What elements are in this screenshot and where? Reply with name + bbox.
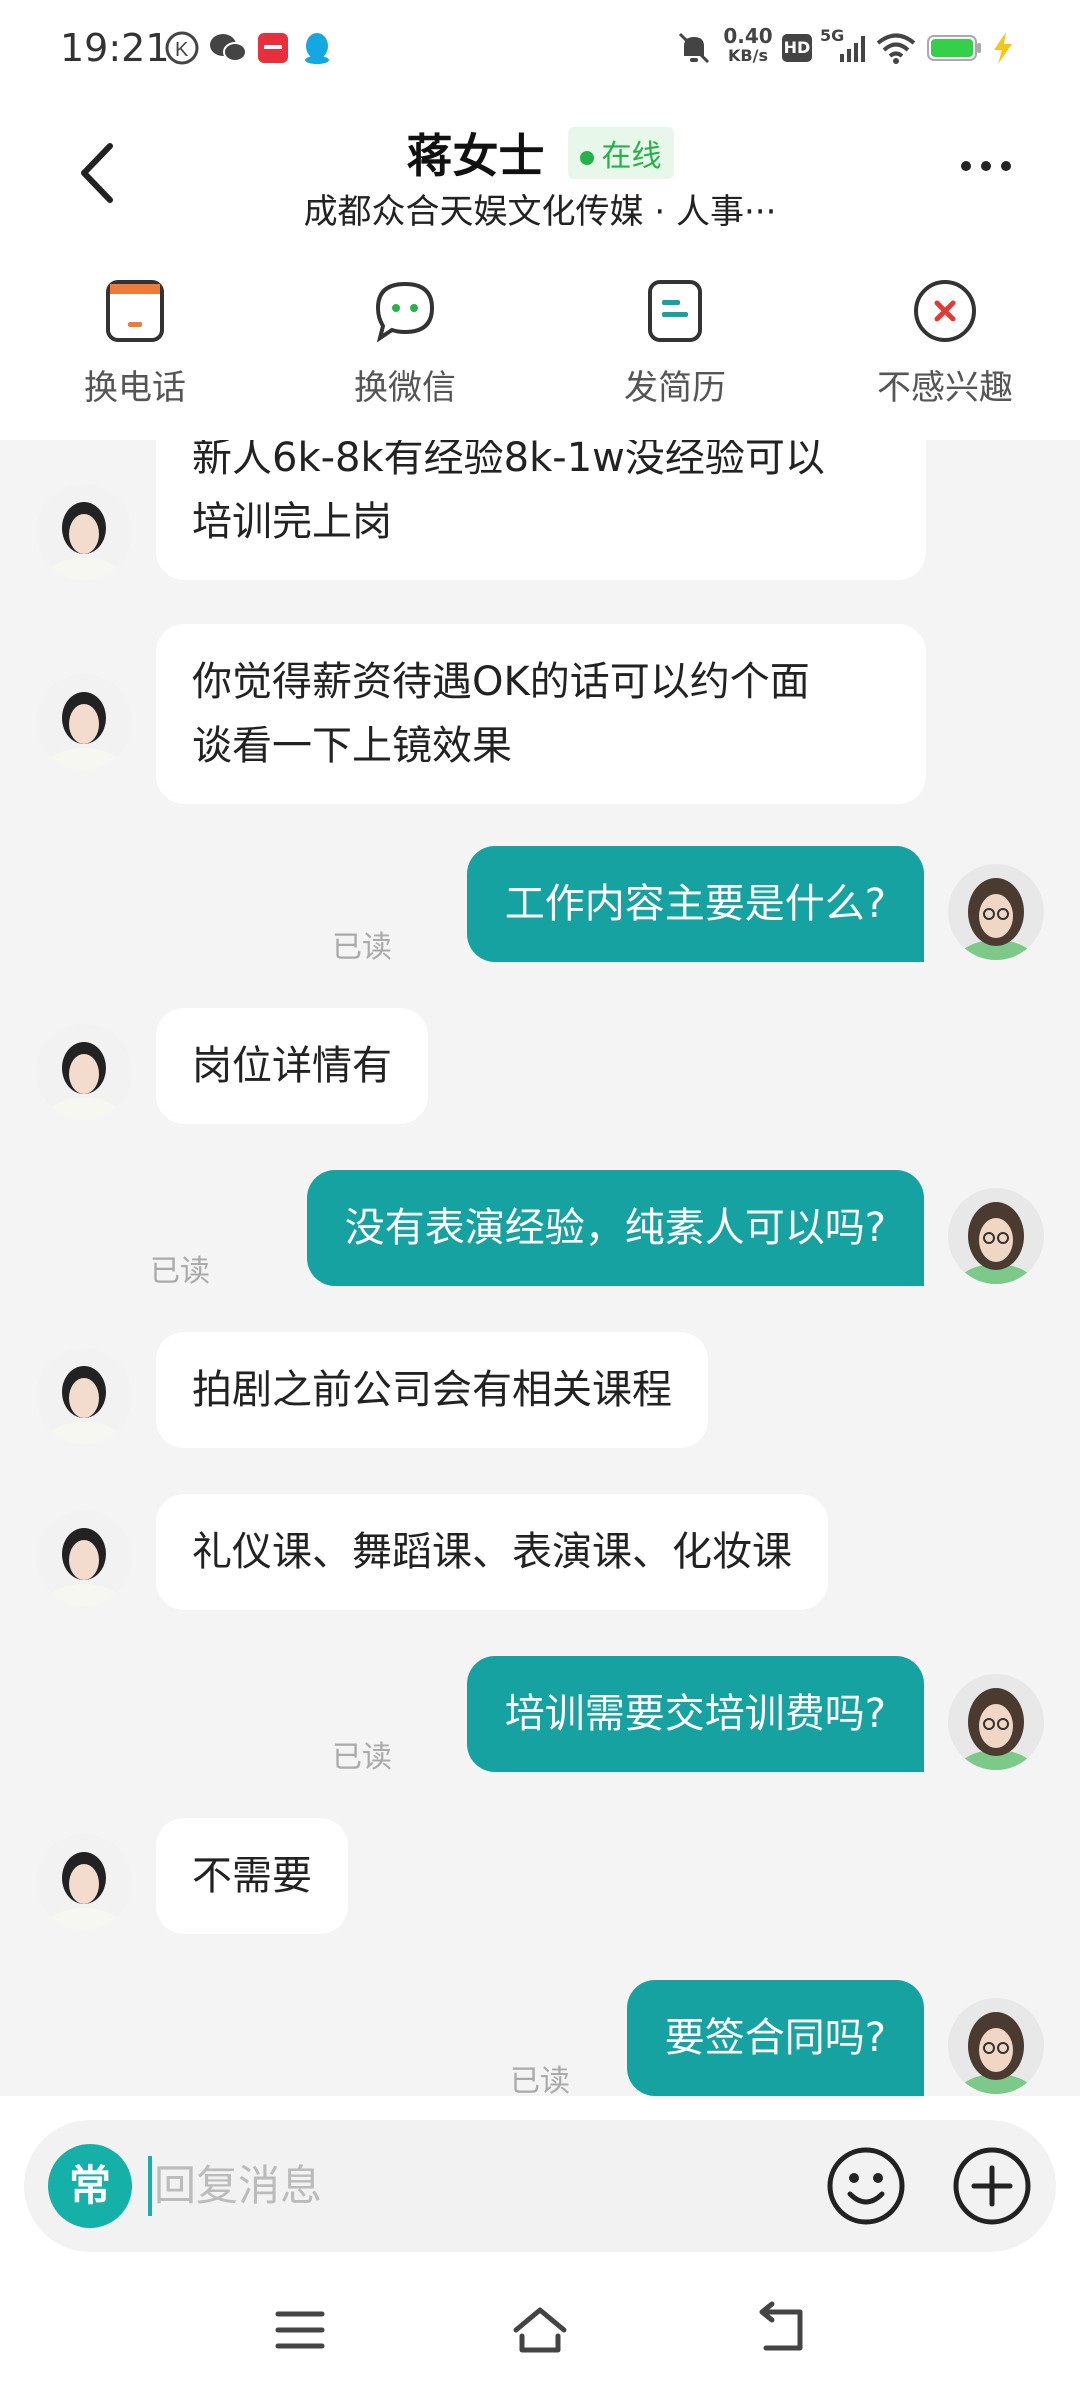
message-bubble[interactable]: 培训需要交培训费吗? [466,1656,924,1772]
more-options-icon[interactable] [958,156,1014,176]
read-status: 已读 [332,930,392,965]
company-subtitle[interactable]: 成都众合天娱文化传媒 · 人事··· [0,184,1080,233]
swap-wechat-button[interactable]: 换微信 [305,276,505,409]
charging-icon [994,32,1012,64]
status-bar: 19:21 K 0.40 KB/s HD 5G [0,0,1080,96]
swap-phone-label: 换电话 [84,368,186,408]
svg-text:K: K [175,39,189,61]
message-bubble[interactable]: 工作内容主要是什么? [466,846,924,962]
recruiter-avatar[interactable] [36,1348,132,1444]
signal-icon [840,36,865,62]
swap-phone-button[interactable]: 换电话 [35,276,235,409]
hd-badge: HD [782,34,812,62]
message-bubble[interactable]: 要签合同吗? [626,1980,924,2096]
chat-header: 蒋女士 在线 成都众合天娱文化传媒 · 人事··· [0,96,1080,256]
menu-icon[interactable] [270,2300,330,2360]
user-avatar[interactable] [948,1998,1044,2094]
contact-name: 蒋女士 [406,129,545,183]
system-nav-bar [0,2256,1080,2404]
wechat-icon [375,281,435,343]
send-resume-button[interactable]: 发简历 [575,276,775,409]
quick-reply-button[interactable]: 常 [48,2144,132,2228]
battery-icon [927,35,981,61]
user-avatar[interactable] [948,1188,1044,1284]
red-app-icon [258,33,288,63]
not-interested-label: 不感兴趣 [877,368,1013,408]
message-bubble[interactable]: 礼仪课、舞蹈课、表演课、化妆课 [156,1494,828,1610]
text-caret [148,2156,152,2216]
message-bubble[interactable]: 新人6k-8k有经验8k-1w没经验可以 培训完上岗 [156,440,926,580]
recruiter-avatar[interactable] [36,674,132,770]
home-icon[interactable] [510,2300,570,2360]
back-nav-icon[interactable] [750,2300,810,2360]
status-time: 19:21 [60,26,170,70]
user-avatar[interactable] [948,864,1044,960]
recruiter-avatar[interactable] [36,1510,132,1606]
user-avatar[interactable] [948,1674,1044,1770]
resume-icon [648,280,702,342]
send-resume-label: 发简历 [624,368,726,408]
message-bubble[interactable]: 你觉得薪资待遇OK的话可以约个面 谈看一下上镜效果 [156,624,926,804]
k-app-icon: K [165,31,199,65]
read-status: 已读 [150,1254,210,1289]
message-input[interactable]: 回复消息 [154,2156,322,2216]
recruiter-avatar[interactable] [36,484,132,580]
recruiter-avatar[interactable] [36,1834,132,1930]
input-bar: 常 回复消息 [0,2096,1080,2256]
online-dot-icon [579,150,594,165]
wechat-status-icon [210,34,247,62]
message-bubble[interactable]: 不需要 [156,1818,348,1934]
chat-messages[interactable]: 新人6k-8k有经验8k-1w没经验可以 培训完上岗 你觉得薪资待遇OK的话可以约… [0,440,1080,2096]
message-bubble[interactable]: 岗位详情有 [156,1008,428,1124]
read-status: 已读 [510,2064,570,2096]
qq-icon [305,33,329,64]
online-badge: 在线 [567,127,674,179]
net-speed: 0.40 KB/s [723,24,773,65]
message-bubble[interactable]: 没有表演经验，纯素人可以吗? [306,1170,924,1286]
message-bubble[interactable]: 拍剧之前公司会有相关课程 [156,1332,708,1448]
emoji-icon[interactable] [824,2144,908,2228]
add-attachment-icon[interactable] [950,2144,1034,2228]
mute-icon [678,32,710,64]
phone-swap-icon [106,280,164,342]
contact-title: 蒋女士 在线 [0,120,1080,186]
not-interested-button[interactable]: 不感兴趣 [845,276,1045,409]
swap-wechat-label: 换微信 [354,368,456,408]
action-bar: 换电话 换微信 发简历 不感兴趣 [0,256,1080,440]
recruiter-avatar[interactable] [36,1024,132,1120]
not-interested-icon [914,280,976,342]
message-input-box[interactable]: 常 回复消息 [24,2120,1056,2252]
read-status: 已读 [332,1740,392,1775]
wifi-icon [876,33,916,64]
